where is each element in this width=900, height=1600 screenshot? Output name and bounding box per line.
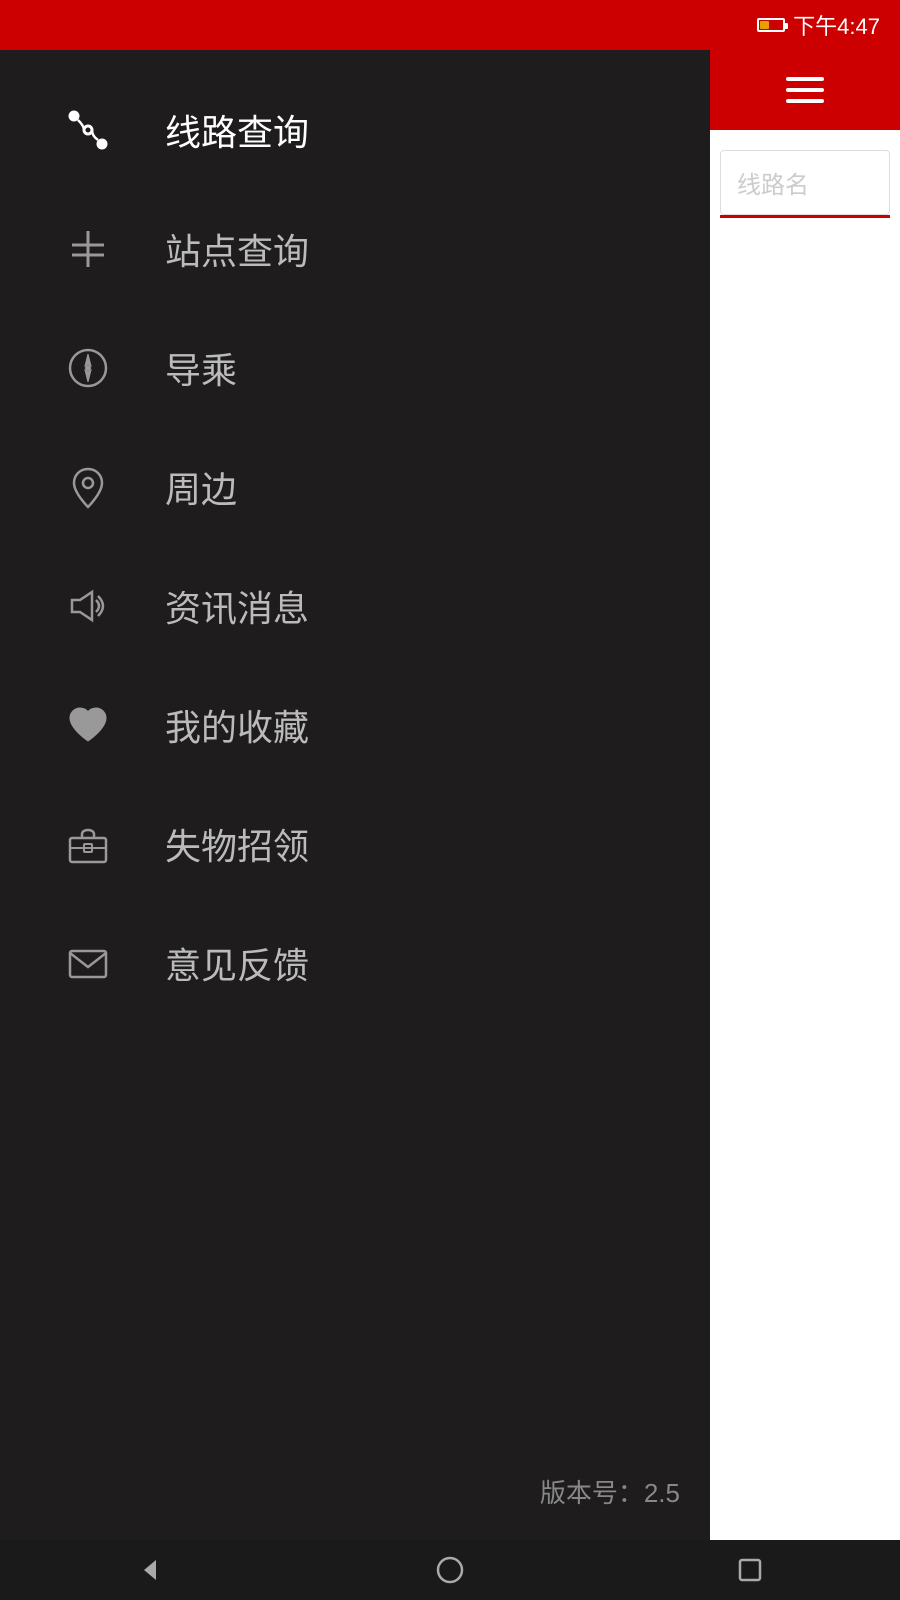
recent-apps-button[interactable] <box>725 1545 775 1595</box>
right-panel: 线路名 <box>710 50 900 1540</box>
battery-icon <box>757 18 785 32</box>
hamburger-line-2 <box>786 88 824 92</box>
sidebar-menu: 线路查询 站点查询 <box>0 50 710 1473</box>
sidebar: 线路查询 站点查询 <box>0 50 710 1540</box>
home-button[interactable] <box>425 1545 475 1595</box>
sidebar-item-news-label: 资讯消息 <box>165 580 309 632</box>
sidebar-item-navigation-label: 导乘 <box>165 342 237 394</box>
status-bar-info: 下午4:47 <box>757 9 880 41</box>
heart-icon <box>60 697 115 752</box>
hamburger-line-3 <box>786 99 824 103</box>
bottom-navigation <box>0 1540 900 1600</box>
sidebar-item-lost-found-label: 失物招领 <box>165 818 309 870</box>
main-container: 线路查询 站点查询 <box>0 50 900 1540</box>
mail-icon <box>60 935 115 990</box>
battery-fill <box>760 21 768 29</box>
compass-icon <box>60 340 115 395</box>
briefcase-icon <box>60 816 115 871</box>
status-time: 下午4:47 <box>793 9 880 41</box>
sidebar-item-feedback[interactable]: 意见反馈 <box>0 903 710 1022</box>
sidebar-item-feedback-label: 意见反馈 <box>165 937 309 989</box>
sidebar-item-favorites[interactable]: 我的收藏 <box>0 665 710 784</box>
sidebar-item-route-query[interactable]: 线路查询 <box>0 70 710 189</box>
sidebar-item-route-query-label: 线路查询 <box>165 104 309 156</box>
right-panel-content: 线路名 <box>710 130 900 1540</box>
sidebar-item-station-query[interactable]: 站点查询 <box>0 189 710 308</box>
hamburger-menu-button[interactable] <box>786 77 824 103</box>
sidebar-item-lost-found[interactable]: 失物招领 <box>0 784 710 903</box>
sidebar-item-station-query-label: 站点查询 <box>165 223 309 275</box>
route-search-input[interactable]: 线路名 <box>720 150 890 215</box>
sidebar-item-navigation[interactable]: 导乘 <box>0 308 710 427</box>
right-panel-header <box>710 50 900 130</box>
search-divider <box>720 215 890 218</box>
sidebar-item-nearby-label: 周边 <box>165 461 237 513</box>
sidebar-item-favorites-label: 我的收藏 <box>165 699 309 751</box>
back-button[interactable] <box>125 1545 175 1595</box>
megaphone-icon <box>60 578 115 633</box>
sidebar-item-news[interactable]: 资讯消息 <box>0 546 710 665</box>
version-text: 版本号：2.5 <box>0 1473 710 1520</box>
location-icon <box>60 459 115 514</box>
sidebar-item-nearby[interactable]: 周边 <box>0 427 710 546</box>
status-bar: 下午4:47 <box>0 0 900 50</box>
route-icon <box>60 102 115 157</box>
hamburger-line-1 <box>786 77 824 81</box>
station-icon <box>60 221 115 276</box>
